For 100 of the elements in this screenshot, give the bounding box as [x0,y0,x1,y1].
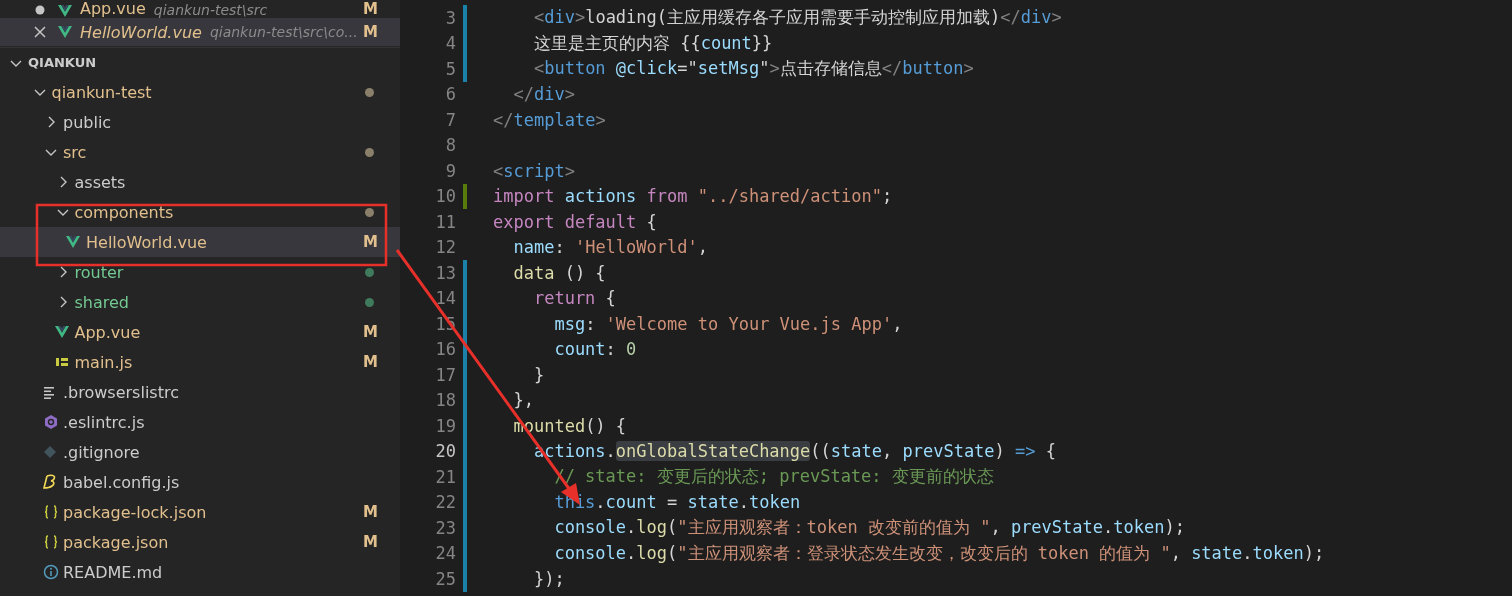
braces-icon [43,504,59,520]
status-dot [365,267,374,277]
code-line: console.log("主应用观察者：登录状态发生改变，改变后的 token 的值为 ", state.token); [553,541,1325,565]
code-line: </template> [493,109,606,130]
code-line: </div> [512,84,575,105]
status-dot [365,207,374,217]
open-editor-item[interactable]: HelloWorld.vue qiankun-test\src\co... M [0,18,400,46]
code-line: } [532,364,545,385]
file-name: shared [74,292,130,312]
tree-item[interactable]: .eslintrc.js [0,407,400,437]
file-name: router [74,262,125,282]
tree-item[interactable]: README.md [0,557,400,587]
git-status: M [363,323,378,341]
code-line: name: 'HelloWorld', [512,237,708,258]
file-name: HelloWorld.vue [86,232,208,252]
tree-item[interactable]: src [0,137,400,167]
file-name: babel.config.js [63,472,181,492]
line-number: 5 [444,58,456,79]
file-name: HelloWorld.vue [80,22,202,42]
file-name: package-lock.json [63,502,208,522]
code-line: <script> [493,160,575,181]
code-line: this.count = state.token [553,492,801,513]
line-number: 9 [444,160,456,181]
file-name: .browserslistrc [63,382,180,402]
git-status: M [363,233,378,251]
file-name: App.vue [74,322,142,342]
file-name: App.vue [80,0,146,18]
hexagon-icon [43,414,59,430]
tree-item[interactable]: package-lock.json M [0,497,400,527]
line-number: 3 [444,7,456,28]
code-line: <div>loading(主应用缓存各子应用需要手动控制应用加载)</div> [532,6,1062,30]
code-line: data () { [512,262,606,283]
script-b-icon [43,474,57,490]
file-path: qiankun-test\src\co... [209,24,359,40]
line-number: 4 [444,33,456,54]
code-line: <button @click="setMsg">点击存储信息</button> [532,57,974,81]
line-number: 23 [434,517,456,538]
tree-item[interactable]: .gitignore [0,437,400,467]
code-line: return { [532,288,616,309]
line-number: 25 [434,568,456,589]
code-line: msg: 'Welcome to Your Vue.js App', [553,313,903,334]
diamond-icon [43,445,57,459]
code-line: count: 0 [553,339,637,360]
section-header[interactable]: QIANKUN [0,47,400,77]
tree-item[interactable]: qiankun-test [0,77,400,107]
tree-item[interactable]: HelloWorld.vue M [0,227,400,257]
line-number: 8 [444,135,456,156]
line-number: 19 [434,415,456,436]
line-number: 13 [434,262,456,283]
line-number: 12 [434,237,456,258]
section-title: QIANKUN [28,55,97,70]
close-icon[interactable] [34,26,46,38]
git-status: M [363,0,378,18]
line-number: 18 [434,390,456,411]
tree-item[interactable]: router [0,257,400,287]
code-line: 这里是主页的内容 {{count}} [532,31,773,55]
vue-icon [58,25,72,39]
code-line: }, [512,390,534,411]
tree-item[interactable]: babel.config.js [0,467,400,497]
code-line: import actions from "../shared/action"; [493,186,893,207]
line-number: 11 [434,211,456,232]
braces-icon [43,534,59,550]
git-status: M [363,533,378,551]
file-name: README.md [63,562,164,582]
file-path: qiankun-test\src [153,2,269,18]
file-name: src [63,142,88,162]
file-name: main.js [74,352,134,372]
vue-icon [54,325,69,339]
file-name: .eslintrc.js [63,412,146,432]
file-name: components [74,202,175,222]
vue-icon [58,4,72,18]
tree-item[interactable]: assets [0,167,400,197]
file-name: package.json [63,532,170,552]
tree-item[interactable]: App.vue M [0,317,400,347]
tree-item[interactable]: main.js M [0,347,400,377]
line-number: 7 [444,109,456,130]
file-name: .gitignore [63,442,141,462]
file-name: qiankun-test [51,82,153,102]
tree-item[interactable]: components [0,197,400,227]
status-dot [365,297,374,307]
tree-item[interactable]: public [0,107,400,137]
line-number: 21 [434,466,456,487]
info-icon [43,564,59,580]
vue-icon [66,235,80,249]
tree-item[interactable]: package.json M [0,527,400,557]
line-number: 24 [434,543,456,564]
status-dot [365,147,374,157]
git-status: M [363,353,378,371]
lines-icon [43,384,55,400]
file-name: assets [74,172,127,192]
open-editor-item[interactable]: App.vue qiankun-test\src M [0,0,400,18]
git-status: M [363,23,378,41]
file-name: public [63,112,113,132]
line-number: 14 [434,288,456,309]
script-file-icon [54,355,69,369]
status-dot [365,87,374,97]
code-line: console.log("主应用观察者：token 改变前的值为 ", prevState.token); [553,516,1185,540]
tree-item[interactable]: shared [0,287,400,317]
line-number: 17 [434,364,456,385]
tree-item[interactable]: .browserslistrc [0,377,400,407]
